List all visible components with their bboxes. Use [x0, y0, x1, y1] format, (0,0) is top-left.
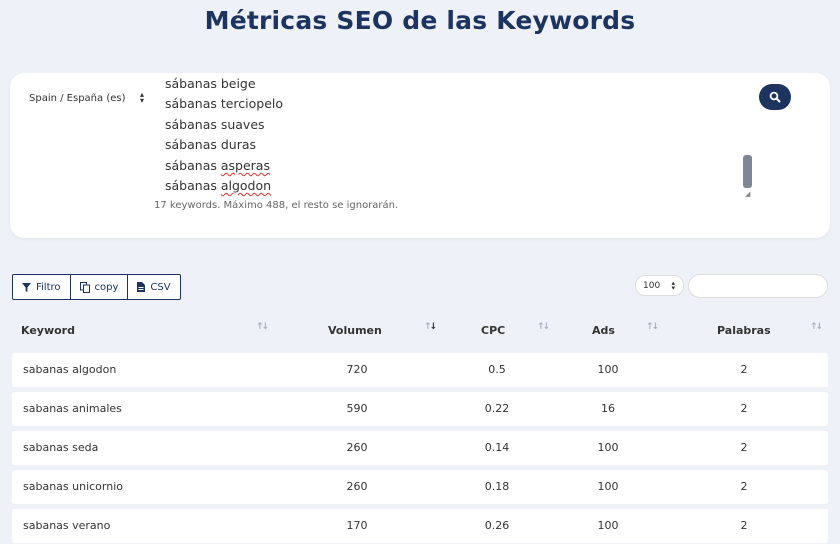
copy-button[interactable]: copy [70, 274, 129, 300]
sort-icon[interactable]: ↑↓ [810, 322, 823, 332]
cell-ads: 100 [597, 480, 619, 493]
cell-keyword: sabanas animales [23, 402, 122, 415]
cell-words: 2 [740, 363, 748, 376]
cell-cpc: 0.22 [484, 402, 510, 415]
page-title: Métricas SEO de las Keywords [204, 6, 636, 35]
cell-keyword: sabanas unicornio [23, 480, 123, 493]
cell-ads: 16 [601, 402, 615, 415]
keywords-textarea[interactable]: sábanas beige sábanas terciopelo sábanas… [165, 73, 755, 198]
misspelled-word: asperas [220, 158, 270, 173]
cell-ads: 100 [597, 441, 619, 454]
cell-cpc: 0.18 [484, 480, 510, 493]
page-size-select[interactable]: 100 ▴ ▾ [635, 275, 684, 296]
table-row: sabanas verano 170 0.26 100 2 [12, 509, 828, 543]
table-search-input[interactable] [688, 274, 828, 298]
cell-cpc: 0.14 [484, 441, 510, 454]
column-header-keyword[interactable]: Keyword [21, 324, 75, 337]
resize-handle-icon[interactable]: ◢ [745, 190, 753, 198]
file-icon [137, 282, 146, 292]
table-row: sabanas animales 590 0.22 16 2 [12, 392, 828, 426]
keyword-line: sábanas beige [165, 76, 256, 91]
textarea-scrollbar[interactable] [743, 155, 752, 188]
country-select-value: Spain / España (es) [29, 92, 126, 104]
table-row: sabanas unicornio 260 0.18 100 2 [12, 470, 828, 504]
cell-ads: 100 [597, 519, 619, 532]
cell-cpc: 0.26 [484, 519, 510, 532]
search-button[interactable] [759, 84, 791, 110]
select-chevron-icon: ▴ ▾ [139, 90, 144, 105]
cell-volume: 260 [346, 480, 368, 493]
cell-volume: 260 [346, 441, 368, 454]
csv-button-label: CSV [150, 281, 171, 293]
copy-button-label: copy [94, 281, 119, 293]
table-row: sabanas seda 260 0.14 100 2 [12, 431, 828, 465]
column-header-cpc[interactable]: CPC [481, 324, 505, 337]
keyword-line: sábanas duras [165, 137, 257, 152]
table-row: sabanas algodon 720 0.5 100 2 [12, 353, 828, 387]
cell-keyword: sabanas verano [23, 519, 111, 532]
sort-desc-icon[interactable]: ↑↓ [424, 322, 437, 332]
table-toolbar: Filtro copy CSV [12, 274, 181, 300]
keyword-line: sábanas suaves [165, 117, 265, 132]
filter-icon [22, 282, 31, 292]
keyword-line: sábanas asperas [165, 158, 270, 173]
cell-volume: 590 [346, 402, 368, 415]
column-header-ads[interactable]: Ads [592, 324, 615, 337]
table-header: Keyword ↑↓ Volumen ↑↓ CPC ↑↓ Ads ↑↓ Pala… [12, 315, 828, 345]
cell-words: 2 [740, 480, 748, 493]
column-header-volume[interactable]: Volumen [328, 324, 382, 337]
column-header-words[interactable]: Palabras [717, 324, 771, 337]
copy-icon [79, 281, 90, 293]
sort-icon[interactable]: ↑↓ [256, 322, 269, 332]
cell-ads: 100 [597, 363, 619, 376]
cell-keyword: sabanas algodon [23, 363, 117, 376]
cell-cpc: 0.5 [488, 363, 506, 376]
filter-button[interactable]: Filtro [12, 274, 71, 300]
keyword-line: sábanas algodon [165, 178, 272, 193]
page-size-value: 100 [643, 280, 661, 291]
search-icon [769, 91, 781, 103]
cell-keyword: sabanas seda [23, 441, 99, 454]
csv-button[interactable]: CSV [128, 274, 181, 300]
keyword-count-hint: 17 keywords. Máximo 488, el resto se ign… [154, 200, 399, 211]
select-chevron-icon: ▴ ▾ [671, 279, 675, 292]
sort-icon[interactable]: ↑↓ [646, 322, 659, 332]
filter-button-label: Filtro [36, 281, 61, 293]
cell-words: 2 [740, 402, 748, 415]
cell-volume: 720 [346, 363, 368, 376]
cell-words: 2 [740, 519, 748, 532]
sort-icon[interactable]: ↑↓ [537, 322, 550, 332]
cell-words: 2 [740, 441, 748, 454]
keyword-form-panel: Spain / España (es) ▴ ▾ sábanas beige sáb… [10, 73, 830, 238]
cell-volume: 170 [346, 519, 368, 532]
misspelled-word: algodon [220, 178, 272, 193]
keyword-line: sábanas terciopelo [165, 96, 284, 111]
country-select[interactable]: Spain / España (es) ▴ ▾ [29, 90, 144, 106]
